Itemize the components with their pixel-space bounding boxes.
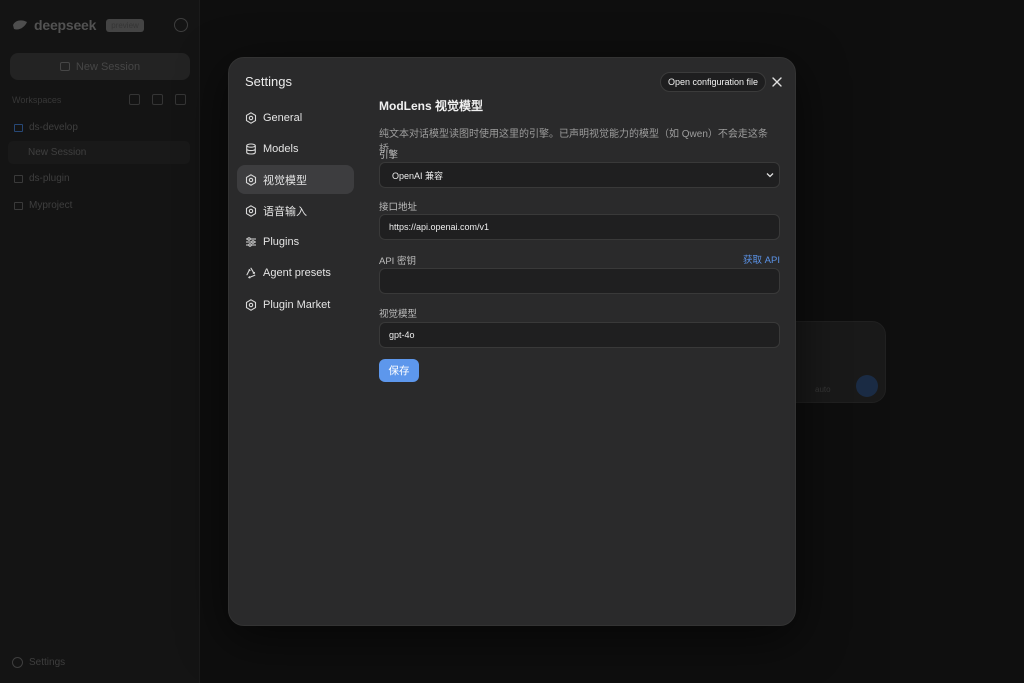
- nav-item-vision-model[interactable]: 视觉模型: [237, 165, 354, 195]
- engine-selected-value: OpenAI 兼容: [392, 170, 444, 181]
- nav-item-label: 语音输入: [263, 206, 307, 219]
- nav-item-label: 视觉模型: [263, 174, 307, 187]
- gear-icon: [245, 298, 257, 311]
- vision-model-input[interactable]: [379, 322, 780, 348]
- nav-item-agent-presets[interactable]: Agent presets: [237, 259, 354, 288]
- nav-item-label: Agent presets: [263, 267, 331, 280]
- endpoint-label: 接口地址: [379, 202, 418, 213]
- nav-item-label: General: [263, 111, 303, 124]
- api-key-input[interactable]: [379, 268, 780, 294]
- sliders-icon: [245, 236, 257, 248]
- nav-item-label: Models: [263, 142, 299, 155]
- vision-model-section: ModLens 视觉模型 纯文本对话模型读图时使用这里的引擎。已声明视觉能力的模…: [379, 96, 780, 382]
- nav-item-label: Plugin Market: [263, 298, 331, 311]
- get-api-link[interactable]: 获取 API: [743, 252, 780, 266]
- chevron-down-icon: [766, 173, 774, 178]
- recycle-icon: [245, 267, 257, 279]
- gear-icon: [245, 174, 257, 186]
- save-button[interactable]: 保存: [379, 359, 419, 382]
- nav-item-models[interactable]: Models: [237, 134, 354, 163]
- nav-item-general[interactable]: General: [237, 103, 354, 132]
- nav-item-label: Plugins: [263, 236, 300, 249]
- nav-item-plugins[interactable]: Plugins: [237, 228, 354, 257]
- open-configuration-file-button[interactable]: Open configuration file: [660, 72, 767, 92]
- gear-icon: [245, 205, 257, 217]
- section-description: 纯文本对话模型读图时使用这里的引擎。已声明视觉能力的模型（如 Qwen）不会走这…: [379, 129, 768, 155]
- close-icon[interactable]: [770, 75, 784, 89]
- api-key-label: API 密钥: [379, 256, 416, 267]
- settings-modal: Settings Open configuration file General…: [228, 57, 796, 626]
- vision-model-label: 视觉模型: [379, 309, 418, 320]
- endpoint-input[interactable]: [379, 214, 780, 240]
- engine-label: 引擎: [379, 150, 399, 161]
- nav-item-plugin-market[interactable]: Plugin Market: [237, 290, 354, 319]
- nav-item-voice-input[interactable]: 语音输入: [237, 197, 354, 226]
- engine-select[interactable]: OpenAI 兼容: [379, 162, 780, 188]
- database-icon: [245, 143, 257, 155]
- modal-title: Settings: [245, 74, 292, 89]
- settings-nav: General Models 视觉模型 语音输入 Plugins Agent p…: [237, 103, 354, 321]
- section-title: ModLens 视觉模型: [379, 99, 483, 113]
- gear-icon: [245, 111, 257, 124]
